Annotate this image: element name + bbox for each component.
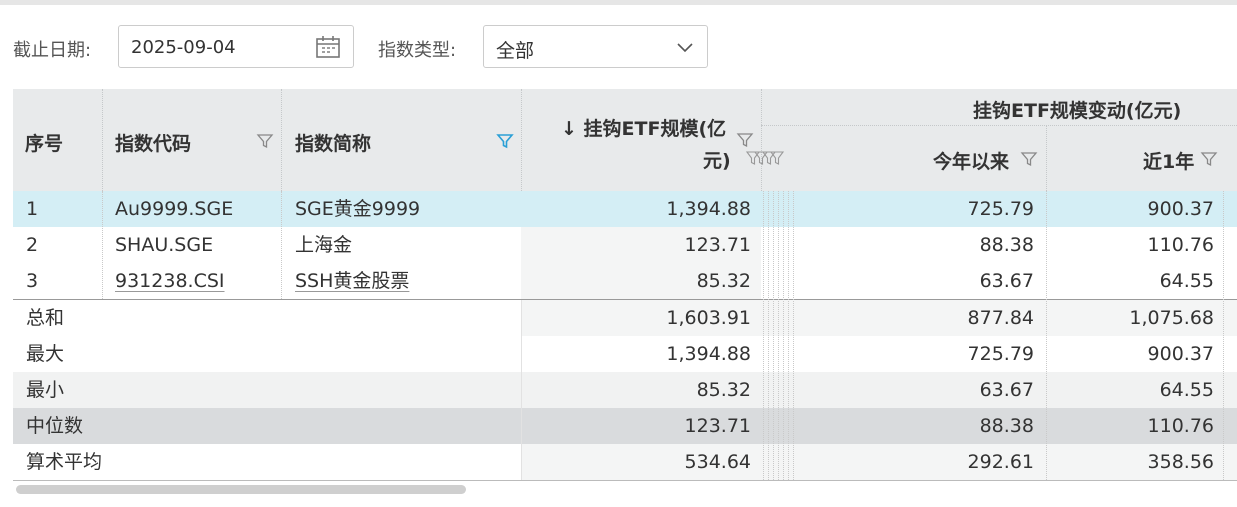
summary-label: 最小 (26, 379, 65, 401)
summary-y1: 64.55 (1159, 379, 1214, 401)
code-cell: SHAU.SGE (115, 234, 214, 256)
code-cell: Au9999.SGE (115, 198, 234, 220)
summary-ytd: 725.79 (967, 343, 1034, 365)
index-type-select[interactable]: 全部 (483, 25, 708, 68)
ytd-cell: 88.38 (979, 234, 1034, 256)
stacked-filter-icon (745, 151, 785, 165)
col-scale-header-unit: 元) (703, 150, 731, 172)
summary-label: 中位数 (26, 415, 84, 437)
name-cell: 上海金 (295, 234, 353, 256)
col-name-header[interactable]: 指数简称 (295, 129, 371, 156)
summary-label: 最大 (26, 343, 65, 365)
name-link[interactable]: SSH黄金股票 (295, 263, 409, 299)
data-table: 序号 指数代码 指数简称 ↓ 挂钩ETF规模(亿 元) 挂钩ETF规模变动(亿元… (13, 89, 1237, 482)
summary-row: 最小 85.32 63.67 64.55 (13, 372, 1237, 408)
summary-ytd: 63.67 (979, 379, 1034, 401)
table-row[interactable]: 3 931238.CSI SSH黄金股票 85.32 63.67 64.55 (13, 263, 1237, 299)
summary-y1: 1,075.68 (1129, 307, 1214, 329)
summary-scale: 1,603.91 (666, 307, 751, 329)
summary-label: 总和 (26, 307, 65, 329)
col-code-header[interactable]: 指数代码 (115, 129, 191, 156)
summary-ytd: 877.84 (967, 307, 1034, 329)
ytd-cell: 63.67 (979, 270, 1034, 292)
seq-cell: 1 (26, 198, 39, 220)
scale-cell: 1,394.88 (666, 198, 751, 220)
name-cell: SGE黄金9999 (295, 198, 421, 220)
col-scale-header[interactable]: ↓ 挂钩ETF规模(亿 (561, 114, 726, 141)
filter-icon[interactable] (1200, 150, 1218, 168)
summary-y1: 900.37 (1147, 343, 1214, 365)
summary-scale: 85.32 (696, 379, 751, 401)
table-bottom-border (13, 480, 1237, 481)
scale-cell: 123.71 (684, 234, 751, 256)
summary-label: 算术平均 (26, 451, 103, 473)
scale-cell: 85.32 (696, 270, 751, 292)
col-group-change-header: 挂钩ETF规模变动(亿元) (973, 100, 1182, 122)
y1-cell: 900.37 (1147, 198, 1214, 220)
summary-scale: 123.71 (684, 415, 751, 437)
table-row[interactable]: 2 SHAU.SGE 上海金 123.71 88.38 110.76 (13, 227, 1237, 263)
ytd-cell: 725.79 (967, 198, 1034, 220)
table-row[interactable]: 1 Au9999.SGE SGE黄金9999 1,394.88 725.79 9… (13, 191, 1237, 227)
summary-ytd: 88.38 (979, 415, 1034, 437)
horizontal-scrollbar[interactable] (16, 485, 466, 494)
filter-icon[interactable] (256, 132, 274, 150)
summary-scale: 534.64 (684, 451, 751, 473)
date-value: 2025-09-04 (131, 37, 236, 58)
summary-row: 总和 1,603.91 877.84 1,075.68 (13, 300, 1237, 336)
date-label: 截止日期: (13, 40, 92, 61)
table-header: 序号 指数代码 指数简称 ↓ 挂钩ETF规模(亿 元) 挂钩ETF规模变动(亿元… (13, 89, 1237, 191)
calendar-icon[interactable] (315, 34, 341, 60)
filter-active-icon[interactable] (496, 132, 514, 150)
summary-row: 算术平均 534.64 292.61 358.56 (13, 444, 1237, 480)
col-seq-header[interactable]: 序号 (25, 129, 63, 156)
summary-row: 最大 1,394.88 725.79 900.37 (13, 336, 1237, 372)
summary-row: 中位数 123.71 88.38 110.76 (13, 408, 1237, 444)
summary-y1: 358.56 (1147, 451, 1214, 473)
y1-cell: 110.76 (1147, 234, 1214, 256)
code-link[interactable]: 931238.CSI (115, 263, 225, 299)
summary-ytd: 292.61 (967, 451, 1034, 473)
col-1y-header[interactable]: 近1年 (1143, 147, 1194, 174)
seq-cell: 3 (26, 270, 39, 292)
top-divider (0, 0, 1237, 5)
y1-cell: 64.55 (1159, 270, 1214, 292)
chevron-down-icon (677, 43, 693, 53)
seq-cell: 2 (26, 234, 39, 256)
index-type-value: 全部 (496, 40, 535, 62)
date-picker[interactable]: 2025-09-04 (118, 25, 354, 68)
summary-scale: 1,394.88 (666, 343, 751, 365)
col-ytd-header[interactable]: 今年以来 (933, 147, 1009, 174)
filter-icon[interactable] (736, 131, 754, 149)
filter-icon[interactable] (1020, 150, 1038, 168)
type-label: 指数类型: (378, 40, 457, 61)
filter-bar: 截止日期: 2025-09-04 指数类型: 全部 (0, 25, 1237, 69)
summary-y1: 110.76 (1147, 415, 1214, 437)
